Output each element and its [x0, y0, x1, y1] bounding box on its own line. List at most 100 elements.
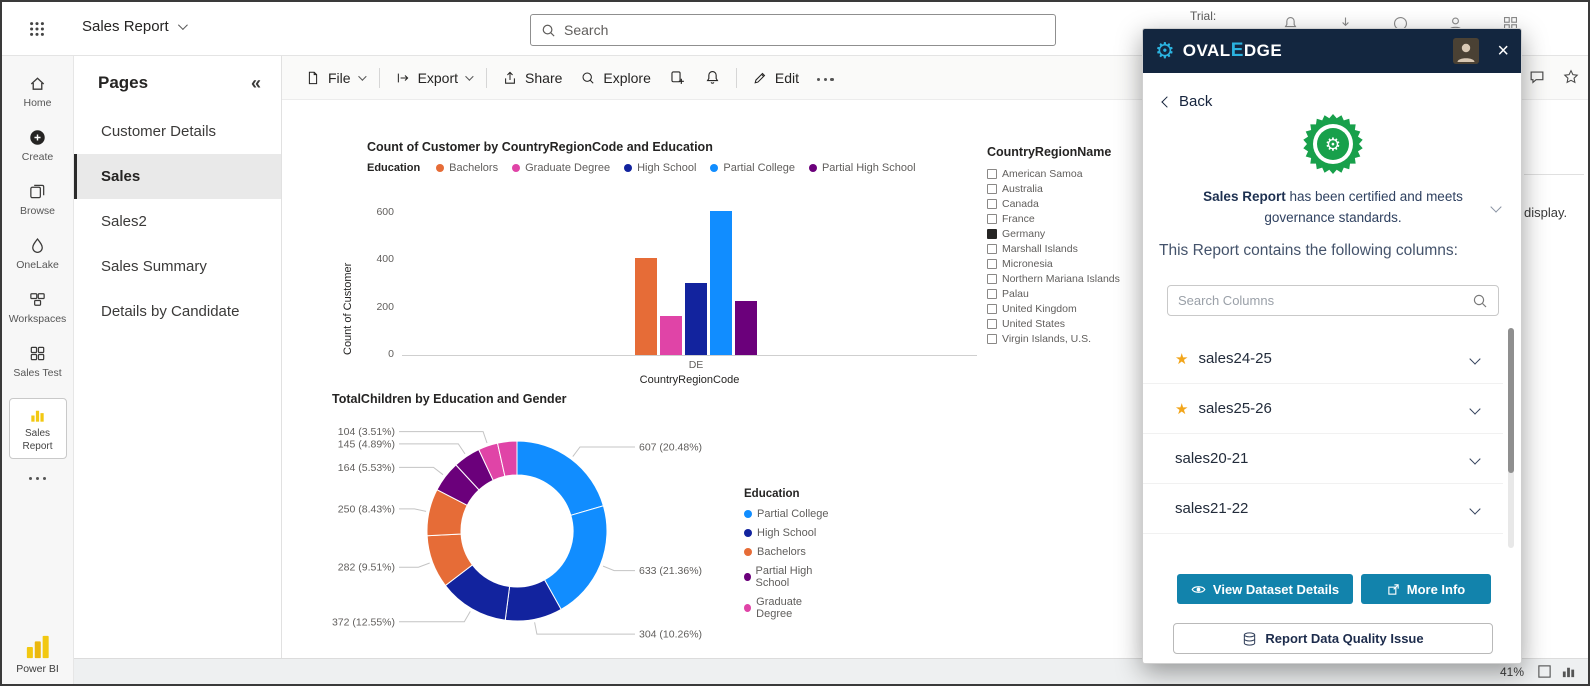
certification-badge-icon: ⚙: [1301, 112, 1365, 176]
slicer-item-label: Virgin Islands, U.S.: [1002, 333, 1091, 345]
column-row-sales25-26[interactable]: ★sales25-26: [1143, 384, 1503, 434]
donut-leader-line: [399, 467, 443, 474]
page-item-customer-details[interactable]: Customer Details: [74, 109, 281, 154]
slicer-item-marshall-islands[interactable]: Marshall Islands: [987, 241, 1139, 256]
columns-search-input[interactable]: [1178, 293, 1472, 308]
share-button[interactable]: Share: [493, 63, 571, 93]
search-input[interactable]: [564, 22, 1045, 38]
slicer-item-france[interactable]: France: [987, 211, 1139, 226]
slicer-item-united-states[interactable]: United States: [987, 316, 1139, 331]
chevron-down-icon[interactable]: [1469, 403, 1480, 414]
checkbox-icon[interactable]: [987, 289, 997, 299]
slicer-item-label: Northern Mariana Islands: [1002, 273, 1120, 285]
slicer-item-american-samoa[interactable]: American Samoa: [987, 166, 1139, 181]
bar-graduate-degree[interactable]: [660, 316, 682, 355]
close-icon[interactable]: ×: [1497, 41, 1509, 61]
chevron-down-icon[interactable]: [1469, 503, 1480, 514]
file-label: File: [328, 70, 351, 86]
donut-segment-633-21-36[interactable]: [545, 506, 607, 610]
expand-certification-chevron-icon[interactable]: [1490, 201, 1501, 212]
bar-bachelors[interactable]: [635, 258, 657, 355]
report-data-quality-issue-button[interactable]: Report Data Quality Issue: [1173, 623, 1493, 654]
database-icon: [1242, 631, 1257, 647]
back-button[interactable]: Back: [1163, 93, 1212, 110]
checkbox-icon[interactable]: [987, 184, 997, 194]
workspace-grid-icon: [28, 344, 47, 363]
slicer-item-label: United States: [1002, 318, 1065, 330]
page-item-sales2[interactable]: Sales2: [74, 199, 281, 244]
nav-sales-test-workspace[interactable]: Sales Test: [13, 344, 61, 379]
checkbox-icon[interactable]: [987, 304, 997, 314]
chart-view-icon[interactable]: [1561, 664, 1576, 679]
bar-high-school[interactable]: [685, 283, 707, 355]
slicer-item-palau[interactable]: Palau: [987, 286, 1139, 301]
global-search[interactable]: [530, 14, 1056, 46]
checkbox-icon[interactable]: [987, 214, 997, 224]
fit-to-page-icon[interactable]: [1537, 664, 1552, 679]
donut-chart-visual[interactable]: TotalChildren by Education and Gender 60…: [292, 392, 832, 660]
pencil-icon: [752, 70, 768, 86]
checkbox-icon[interactable]: [987, 334, 997, 344]
zoom-level: 41%: [1500, 665, 1524, 679]
nav-browse[interactable]: Browse: [20, 182, 55, 217]
slicer-item-australia[interactable]: Australia: [987, 181, 1139, 196]
slicer-item-northern-mariana-islands[interactable]: Northern Mariana Islands: [987, 271, 1139, 286]
explore-button[interactable]: Explore: [571, 63, 659, 93]
bar-partial-college[interactable]: [710, 211, 732, 355]
toolbar-divider: [379, 68, 380, 88]
rail-more-icon[interactable]: [29, 477, 46, 480]
bar-chart-visual[interactable]: Count of Customer by CountryRegionCode a…: [367, 140, 989, 392]
collapse-panel-icon[interactable]: «: [251, 74, 261, 92]
donut-data-label: 633 (21.36%): [639, 565, 702, 577]
chevron-down-icon[interactable]: [1469, 353, 1480, 364]
bar-partial-high-school[interactable]: [735, 301, 757, 355]
checkbox-icon[interactable]: [987, 199, 997, 209]
report-title-dropdown[interactable]: Sales Report: [82, 18, 185, 35]
toolbar-more-button[interactable]: [808, 67, 843, 88]
slicer-item-united-kingdom[interactable]: United Kingdom: [987, 301, 1139, 316]
column-row-sales20-21[interactable]: sales20-21: [1143, 434, 1503, 484]
checklist-add-button[interactable]: [660, 62, 695, 93]
slicer-item-canada[interactable]: Canada: [987, 196, 1139, 211]
nav-sales-report-active[interactable]: Sales Report: [9, 398, 67, 459]
checkbox-icon[interactable]: [987, 259, 997, 269]
column-name: sales21-22: [1175, 500, 1248, 517]
checkbox-icon[interactable]: [987, 244, 997, 254]
checkbox-icon[interactable]: [987, 229, 997, 239]
chevron-down-icon[interactable]: [1469, 453, 1480, 464]
donut-segment-607-20-48[interactable]: [517, 441, 603, 515]
nav-create[interactable]: Create: [22, 128, 54, 163]
favorite-star-icon[interactable]: [1562, 68, 1580, 86]
app-launcher-waffle-icon[interactable]: [28, 20, 46, 38]
checkbox-icon[interactable]: [987, 274, 997, 284]
scrollbar-thumb[interactable]: [1508, 328, 1514, 473]
slicer-item-germany[interactable]: Germany: [987, 226, 1139, 241]
country-region-slicer[interactable]: CountryRegionName American SamoaAustrali…: [987, 145, 1139, 367]
user-avatar[interactable]: [1453, 38, 1479, 64]
donut-leader-line: [399, 509, 426, 512]
eye-icon: [1191, 583, 1206, 596]
file-menu-button[interactable]: File: [296, 63, 373, 93]
view-dataset-details-button[interactable]: View Dataset Details: [1177, 574, 1353, 604]
column-row-sales21-22[interactable]: sales21-22: [1143, 484, 1503, 534]
subscribe-bell-button[interactable]: [695, 62, 730, 93]
page-item-sales[interactable]: Sales: [74, 154, 281, 199]
comments-bubble-icon[interactable]: [1528, 68, 1546, 86]
page-item-sales-summary[interactable]: Sales Summary: [74, 244, 281, 289]
nav-workspaces[interactable]: Workspaces: [9, 290, 67, 325]
column-name: sales20-21: [1175, 450, 1248, 467]
slicer-item-virgin-islands-u-s[interactable]: Virgin Islands, U.S.: [987, 331, 1139, 346]
legend-dot-icon: [744, 510, 752, 518]
export-menu-button[interactable]: Export: [386, 63, 480, 93]
more-info-button[interactable]: More Info: [1361, 574, 1491, 604]
edit-button[interactable]: Edit: [743, 63, 808, 93]
slicer-item-micronesia[interactable]: Micronesia: [987, 256, 1139, 271]
checkbox-icon[interactable]: [987, 169, 997, 179]
checkbox-icon[interactable]: [987, 319, 997, 329]
donut-chart[interactable]: 607 (20.48%)633 (21.36%)304 (10.26%)372 …: [292, 400, 752, 658]
column-row-sales24-25[interactable]: ★sales24-25: [1143, 334, 1503, 384]
nav-home[interactable]: Home: [23, 74, 51, 109]
columns-search[interactable]: [1167, 285, 1499, 316]
page-item-details-by-candidate[interactable]: Details by Candidate: [74, 289, 281, 334]
nav-onelake[interactable]: OneLake: [16, 236, 59, 271]
